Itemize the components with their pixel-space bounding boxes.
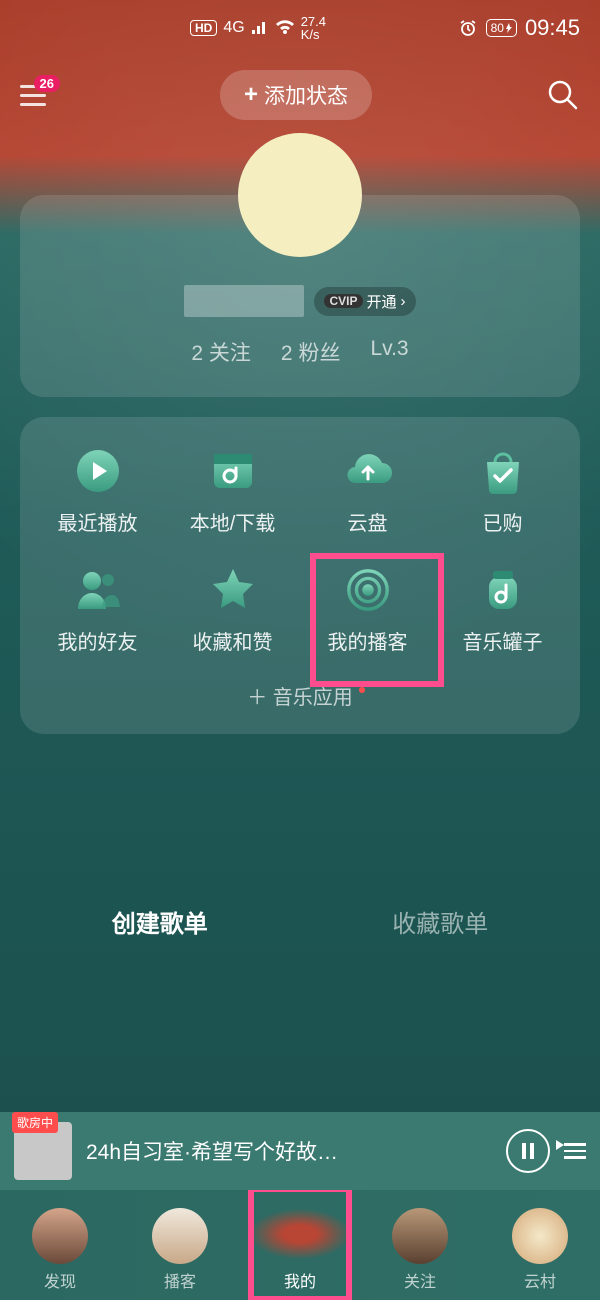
bag-check-icon	[479, 447, 527, 495]
add-status-button[interactable]: + 添加状态	[220, 70, 372, 120]
network-indicator: 4G	[223, 19, 244, 37]
net-speed: 27.4	[301, 15, 326, 28]
local-download-icon	[209, 447, 257, 495]
nav-discover[interactable]: 发现	[0, 1190, 120, 1300]
koi-icon	[240, 1204, 360, 1264]
plus-icon: ＋	[247, 687, 267, 709]
cloud-upload-icon	[344, 447, 392, 495]
pause-icon	[522, 1143, 534, 1159]
bottom-nav: 发现 播客 我的 关注 云村	[0, 1190, 600, 1300]
pause-button[interactable]	[506, 1129, 550, 1173]
tab-create-playlist[interactable]: 创建歌单	[20, 904, 300, 939]
favorites-likes-button[interactable]: 收藏和赞	[165, 566, 300, 655]
music-apps-button[interactable]: ＋ 音乐应用	[30, 681, 570, 710]
star-icon	[209, 566, 257, 614]
level-stat[interactable]: Lv.3	[370, 337, 408, 367]
cloud-disk-button[interactable]: 云盘	[300, 447, 435, 536]
now-playing-bar[interactable]: 歌房中 24h自习室·希望写个好故…	[0, 1112, 600, 1190]
my-podcast-button[interactable]: 我的播客	[300, 566, 435, 655]
recent-play-button[interactable]: 最近播放	[30, 447, 165, 536]
net-speed-unit: K/s	[301, 28, 326, 41]
profile-card: CVIP 开通 › 2 关注 2 粉丝 Lv.3	[20, 195, 580, 397]
top-bar: 26 + 添加状态	[0, 55, 600, 135]
alarm-icon	[458, 18, 478, 38]
tab-collected-playlist[interactable]: 收藏歌单	[301, 904, 581, 939]
avatar[interactable]	[238, 133, 362, 257]
nav-follow[interactable]: 关注	[360, 1190, 480, 1300]
nav-avatar-icon	[512, 1208, 568, 1264]
add-status-label: 添加状态	[264, 80, 348, 110]
song-title: 24h自习室·希望写个好故…	[86, 1136, 492, 1166]
nav-cloud-village[interactable]: 云村	[480, 1190, 600, 1300]
username	[184, 285, 304, 317]
friends-icon	[74, 566, 122, 614]
vip-button[interactable]: CVIP 开通 ›	[314, 287, 415, 316]
play-circle-icon	[74, 447, 122, 495]
playlist-tabs: 创建歌单 收藏歌单	[20, 904, 580, 939]
nav-avatar-icon	[392, 1208, 448, 1264]
music-jar-button[interactable]: 音乐罐子	[435, 566, 570, 655]
vip-label: 开通	[367, 291, 397, 312]
nav-avatar-icon	[32, 1208, 88, 1264]
battery-level: 80	[491, 21, 504, 35]
local-download-button[interactable]: 本地/下载	[165, 447, 300, 536]
nav-podcast[interactable]: 播客	[120, 1190, 240, 1300]
my-friends-button[interactable]: 我的好友	[30, 566, 165, 655]
purchased-button[interactable]: 已购	[435, 447, 570, 536]
fans-stat[interactable]: 2 粉丝	[281, 337, 341, 367]
nav-mine[interactable]: 我的	[240, 1190, 360, 1300]
shortcuts-card: 最近播放 本地/下载 云盘 已购 我的好友	[20, 417, 580, 734]
menu-button[interactable]: 26	[20, 85, 46, 106]
following-stat[interactable]: 2 关注	[191, 337, 251, 367]
jar-icon	[479, 566, 527, 614]
nav-avatar-icon	[152, 1208, 208, 1264]
status-bar: HD 4G 27.4 K/s 80 09:45	[0, 0, 600, 55]
search-button[interactable]	[546, 78, 580, 112]
signal-icon	[251, 21, 269, 35]
chevron-right-icon: ›	[401, 293, 406, 310]
playlist-queue-button[interactable]	[564, 1143, 586, 1159]
hd-indicator: HD	[190, 20, 217, 36]
menu-badge: 26	[34, 75, 60, 92]
wifi-icon	[275, 20, 295, 36]
clock: 09:45	[525, 15, 580, 41]
podcast-icon	[344, 566, 392, 614]
room-badge: 歌房中	[12, 1112, 58, 1133]
plus-icon: +	[244, 81, 258, 109]
song-cover[interactable]: 歌房中	[14, 1122, 72, 1180]
